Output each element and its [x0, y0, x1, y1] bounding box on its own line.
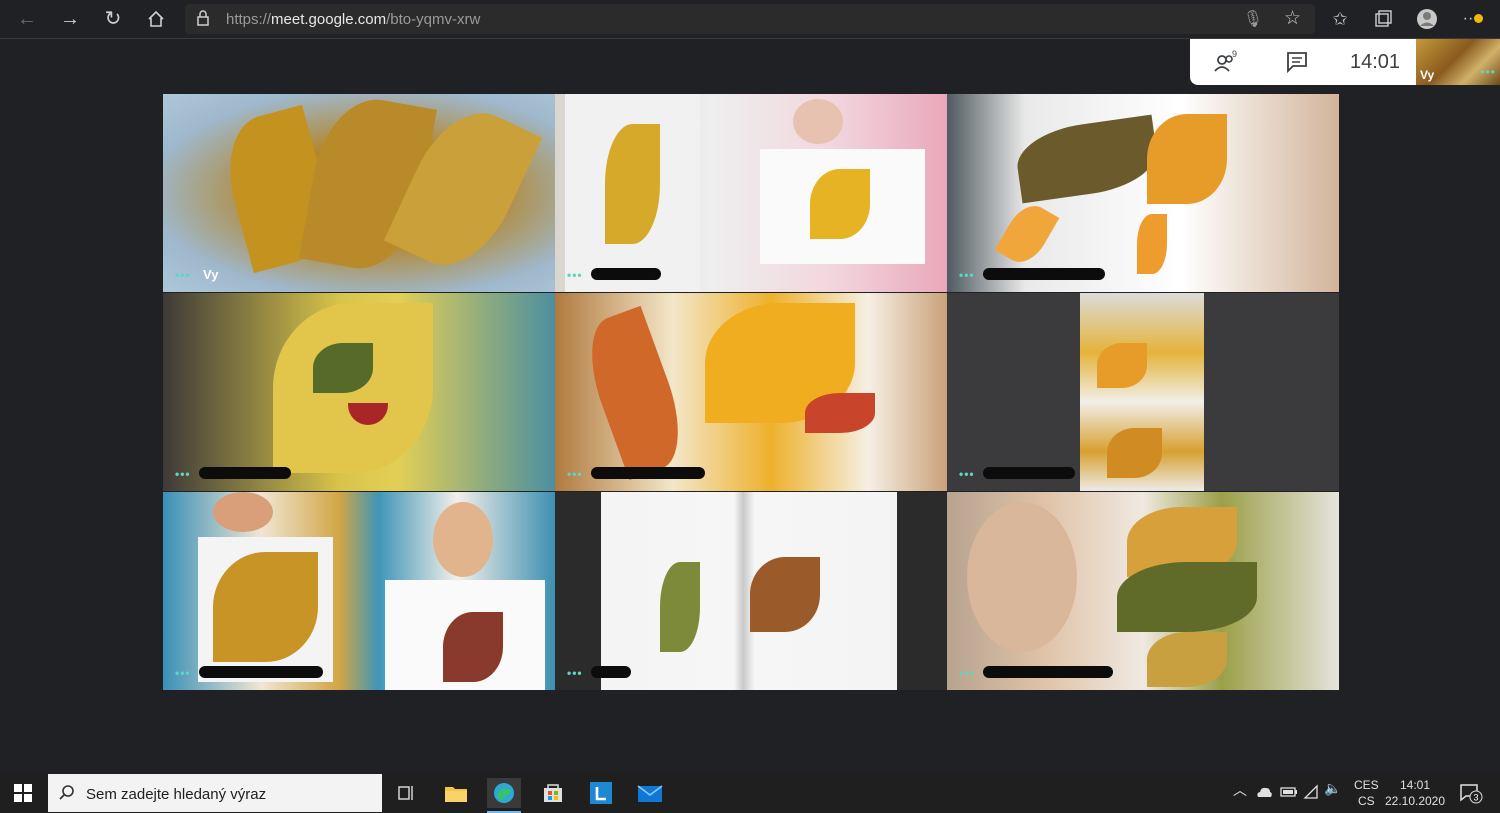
browser-toolbar: ← → ↻ https://meet.google.com/bto-yqmv-x… — [0, 0, 1500, 39]
lock-icon — [197, 10, 209, 26]
tile-options-icon[interactable]: ••• — [175, 467, 191, 481]
video-tile[interactable]: ••• Vy — [163, 94, 555, 292]
chat-icon[interactable] — [1284, 49, 1312, 75]
wifi-icon[interactable] — [1303, 784, 1319, 800]
video-tile[interactable]: ••• — [163, 492, 555, 690]
participant-video — [601, 492, 897, 690]
leaf-shape — [574, 305, 696, 481]
clock-date: 22.10.2020 — [1384, 794, 1446, 808]
tray-chevron-up-icon[interactable]: ︿ — [1233, 780, 1247, 800]
more-options-icon[interactable]: ·· — [1458, 4, 1488, 34]
tile-options-icon[interactable]: ••• — [567, 268, 583, 282]
battery-icon[interactable] — [1280, 786, 1298, 798]
tile-options-icon[interactable]: ••• — [175, 666, 191, 680]
video-grid: ••• Vy ••• ••• ••• ••• ••• ••• ••• ••• — [163, 94, 1339, 690]
meet-call-area: 9 14:01 Vy ••• ••• Vy ••• ••• ••• ••• ••… — [0, 39, 1500, 772]
participant-name: Vy — [203, 267, 219, 282]
tile-options-icon[interactable]: ••• — [175, 268, 191, 282]
keyboard-layout-code: CS — [1358, 794, 1375, 808]
home-icon[interactable] — [141, 4, 171, 34]
language-code: CES — [1354, 778, 1379, 792]
url-text: https://meet.google.com/bto-yqmv-xrw — [226, 11, 481, 28]
windows-taskbar: Sem zadejte hledaný výraz ︿ 🔈 CES CS 14:… — [0, 772, 1500, 813]
notification-center-icon[interactable]: 3 — [1458, 781, 1484, 805]
self-view-label: Vy — [1420, 68, 1435, 82]
person-face — [213, 492, 273, 532]
onedrive-icon[interactable] — [1255, 784, 1273, 800]
favorite-star-icon[interactable]: ☆ — [1284, 7, 1301, 30]
tile-options-icon[interactable]: ••• — [959, 467, 975, 481]
svg-text:3: 3 — [1474, 793, 1479, 803]
tile-options-icon[interactable]: ••• — [959, 268, 975, 282]
redacted-name — [591, 268, 661, 280]
participants-icon[interactable]: 9 — [1212, 49, 1240, 75]
meet-top-panel: 9 14:01 — [1190, 39, 1416, 85]
self-view-options-icon[interactable]: ••• — [1480, 65, 1496, 79]
video-tile[interactable]: ••• — [947, 293, 1339, 491]
person-face — [967, 502, 1077, 652]
keyboard-language[interactable]: CES CS — [1354, 777, 1379, 809]
leaf-shape — [1147, 632, 1227, 687]
leaf-shape — [1147, 114, 1227, 204]
svg-text:9: 9 — [1232, 49, 1237, 59]
edge-browser-icon — [494, 783, 514, 803]
video-tile[interactable]: ••• — [163, 293, 555, 491]
redacted-name — [983, 666, 1113, 678]
tile-options-icon[interactable]: ••• — [567, 467, 583, 481]
edge-browser-taskbar-icon[interactable] — [487, 778, 521, 813]
tile-options-icon[interactable]: ••• — [959, 666, 975, 680]
leaf-shape — [213, 552, 318, 662]
tile-options-icon[interactable]: ••• — [567, 666, 583, 680]
back-arrow-icon[interactable]: ← — [12, 4, 42, 34]
self-view-thumbnail[interactable]: Vy ••• — [1416, 39, 1500, 85]
app-l-icon[interactable] — [584, 778, 618, 808]
video-tile[interactable]: ••• — [555, 293, 947, 491]
store-icon[interactable] — [536, 778, 570, 808]
leaf-shape — [1012, 114, 1162, 204]
leaf-shape — [605, 124, 660, 244]
leaf-shape — [750, 557, 820, 632]
leaf-shape — [1097, 343, 1147, 388]
video-tile[interactable]: ••• — [555, 492, 947, 690]
redacted-name — [199, 467, 291, 479]
collections-icon[interactable] — [1368, 4, 1398, 34]
redacted-name — [591, 666, 631, 678]
taskbar-search-box[interactable]: Sem zadejte hledaný výraz — [48, 774, 382, 812]
taskbar-clock[interactable]: 14:01 22.10.2020 — [1384, 777, 1446, 809]
person-face — [433, 502, 493, 577]
video-tile[interactable]: ••• — [947, 94, 1339, 292]
redacted-name — [591, 467, 705, 479]
forward-arrow-icon[interactable]: → — [55, 4, 85, 34]
meeting-clock: 14:01 — [1350, 51, 1401, 73]
video-tile[interactable]: ••• — [555, 94, 947, 292]
leaf-shape — [1137, 214, 1167, 274]
task-view-icon[interactable] — [390, 778, 424, 808]
leaf-shape — [805, 393, 875, 433]
file-explorer-icon[interactable] — [439, 778, 473, 808]
leaf-shape — [1117, 562, 1257, 632]
favorites-icon[interactable]: ✩ — [1325, 4, 1355, 34]
redacted-name — [983, 467, 1075, 479]
volume-icon[interactable]: 🔈 — [1324, 780, 1341, 797]
redacted-name — [983, 268, 1105, 280]
search-icon — [59, 785, 74, 800]
leaf-shape — [660, 562, 700, 652]
clock-time: 14:01 — [1399, 778, 1431, 792]
reload-icon[interactable]: ↻ — [98, 4, 128, 34]
profile-avatar-icon[interactable] — [1412, 4, 1442, 34]
windows-start-icon[interactable] — [14, 784, 32, 802]
video-tile[interactable]: ••• — [947, 492, 1339, 690]
leaf-shape — [313, 343, 373, 393]
redacted-name — [199, 666, 323, 678]
leaf-shape — [1107, 428, 1162, 478]
address-bar[interactable]: https://meet.google.com/bto-yqmv-xrw 🎙 ☆ — [185, 4, 1315, 34]
leaf-shape — [810, 169, 870, 239]
search-placeholder: Sem zadejte hledaný výraz — [86, 786, 267, 803]
microphone-icon[interactable]: 🎙 — [1243, 9, 1263, 29]
person-face — [793, 99, 843, 144]
leaf-shape — [443, 612, 503, 682]
mail-icon[interactable] — [633, 778, 667, 808]
leaf-shape — [994, 198, 1060, 270]
